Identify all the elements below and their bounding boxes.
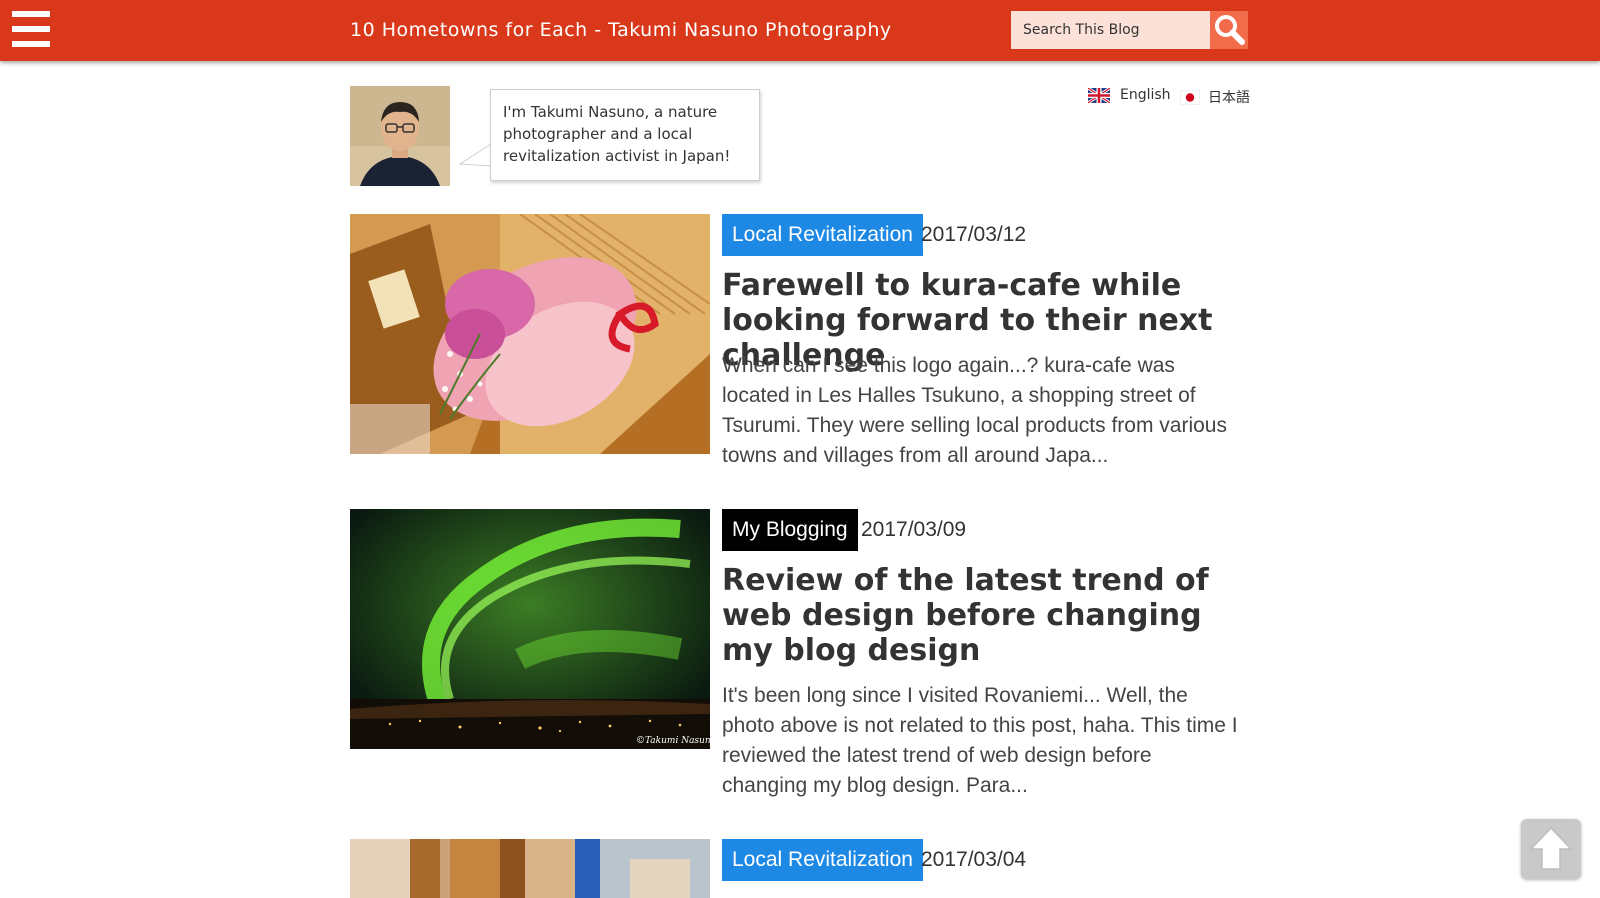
post-category-badge[interactable]: Local Revitalization: [722, 839, 923, 881]
post-date: 2017/03/12: [921, 223, 1027, 246]
post-date: 2017/03/04: [921, 848, 1027, 871]
photo-credit: ©Takumi Nasuno: [636, 736, 710, 746]
search-input[interactable]: [1011, 11, 1210, 49]
language-english-label: English: [1120, 87, 1171, 103]
language-japanese-link[interactable]: 日本語: [1180, 87, 1250, 107]
japan-flag-icon: [1180, 89, 1200, 105]
search-icon: [1215, 15, 1245, 45]
post-excerpt: When can I see this logo again...? kura-…: [722, 354, 1227, 467]
arrow-up-icon: [1529, 826, 1573, 870]
search-button[interactable]: [1210, 11, 1248, 49]
top-bar: 10 Hometowns for Each - Takumi Nasuno Ph…: [0, 0, 1600, 61]
site-title[interactable]: 10 Hometowns for Each - Takumi Nasuno Ph…: [350, 19, 892, 41]
language-english-link[interactable]: English: [1088, 87, 1171, 103]
post-thumbnail-flowers[interactable]: [350, 214, 710, 454]
post-date: 2017/03/09: [861, 518, 967, 541]
post-category-badge[interactable]: Local Revitalization: [722, 214, 923, 256]
scroll-to-top-button[interactable]: [1521, 819, 1581, 879]
speech-bubble-tail: [458, 143, 492, 167]
hamburger-menu-icon[interactable]: [12, 11, 50, 49]
post-thumbnail-shop[interactable]: [350, 839, 710, 898]
author-avatar: [350, 86, 450, 186]
language-japanese-label: 日本語: [1208, 90, 1250, 106]
uk-flag-icon: [1088, 87, 1110, 103]
post-thumbnail-aurora[interactable]: ©Takumi Nasuno: [350, 509, 710, 749]
author-intro-bubble: I'm Takumi Nasuno, a nature photographer…: [490, 89, 760, 181]
post-category-badge[interactable]: My Blogging: [722, 509, 858, 551]
post-title[interactable]: Review of the latest trend of web design…: [722, 563, 1262, 668]
post-excerpt: It's been long since I visited Rovaniemi…: [722, 684, 1238, 797]
